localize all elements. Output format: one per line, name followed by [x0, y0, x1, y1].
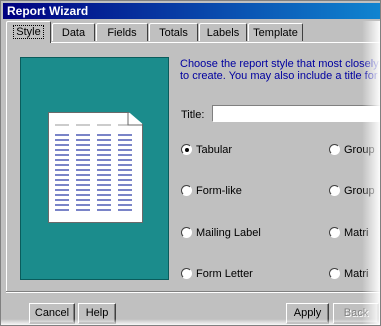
tab-totals[interactable]: Totals [149, 23, 198, 41]
tab-template[interactable]: Template [248, 23, 303, 41]
radio-icon [329, 144, 340, 155]
fade-edge-bottom [1, 319, 380, 325]
radio-icon [329, 185, 340, 196]
tabular-report-thumbnail [55, 113, 142, 211]
radio-icon [181, 268, 192, 279]
title-label: Title: [181, 109, 205, 121]
report-style-preview [20, 57, 169, 280]
radio-icon [181, 185, 192, 196]
tab-style[interactable]: Style [6, 21, 51, 43]
tab-labels[interactable]: Labels [199, 23, 247, 41]
footer-separator [6, 291, 380, 293]
radio-icon [329, 268, 340, 279]
radio-icon [181, 227, 192, 238]
window-title: Report Wizard [3, 3, 380, 19]
radio-icon [329, 227, 340, 238]
radio-selected-icon [181, 144, 192, 155]
tab-data[interactable]: Data [52, 23, 95, 41]
title-input[interactable] [212, 105, 380, 122]
fade-edge-right [362, 21, 380, 325]
report-page-preview-icon [48, 112, 143, 223]
tab-fields[interactable]: Fields [96, 23, 148, 41]
style-instructions: Choose the report style that most closel… [180, 58, 380, 82]
report-wizard-window: Report Wizard Style Data Fields Totals L… [0, 0, 381, 326]
